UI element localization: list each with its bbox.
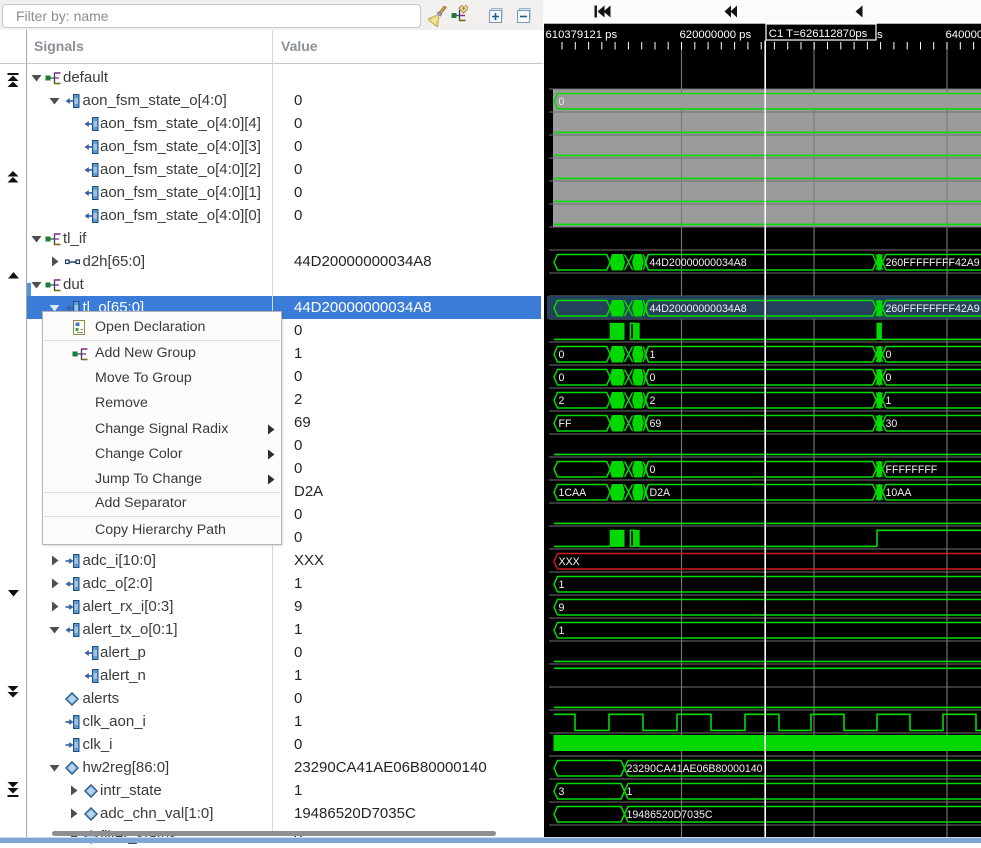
svg-text:2: 2 — [559, 395, 565, 407]
svg-text:19486520D7035C: 19486520D7035C — [627, 809, 713, 821]
svg-text:44D20000000034A8: 44D20000000034A8 — [650, 303, 747, 315]
svg-text:260FFFFFFFF42A9: 260FFFFFFFF42A9 — [886, 303, 980, 315]
svg-text:640000000 ps: 640000000 ps — [946, 29, 981, 41]
svg-text:23290CA41AE06B80000140: 23290CA41AE06B80000140 — [627, 763, 763, 775]
svg-text:0: 0 — [650, 464, 656, 476]
svg-text:FFFFFFFF: FFFFFFFF — [886, 464, 938, 476]
svg-text:10AA: 10AA — [886, 487, 913, 499]
svg-text:69: 69 — [650, 418, 662, 430]
svg-text:1: 1 — [650, 349, 656, 361]
svg-text:620000000 ps: 620000000 ps — [680, 29, 752, 41]
svg-text:FF: FF — [559, 418, 572, 430]
svg-text:2: 2 — [650, 395, 656, 407]
svg-text:D2A: D2A — [650, 487, 672, 499]
svg-text:1: 1 — [559, 625, 565, 637]
svg-text:0: 0 — [559, 96, 565, 108]
svg-text:3: 3 — [559, 786, 565, 798]
svg-text:0: 0 — [559, 349, 565, 361]
svg-text:44D20000000034A8: 44D20000000034A8 — [650, 257, 747, 269]
svg-text:1: 1 — [627, 786, 633, 798]
svg-text:1: 1 — [559, 579, 565, 591]
svg-text:XXX: XXX — [559, 556, 580, 568]
svg-text:30: 30 — [886, 418, 898, 430]
svg-text:610379121 ps: 610379121 ps — [546, 29, 618, 41]
svg-text:9: 9 — [559, 602, 565, 614]
svg-text:1CAA: 1CAA — [559, 487, 588, 499]
svg-text:1: 1 — [886, 395, 892, 407]
svg-text:0: 0 — [650, 372, 656, 384]
svg-text:260FFFFFFFF42A9: 260FFFFFFFF42A9 — [886, 257, 980, 269]
svg-text:0: 0 — [886, 372, 892, 384]
svg-text:0: 0 — [886, 349, 892, 361]
svg-text:0: 0 — [559, 372, 565, 384]
svg-text:C1 T=626112870ps: C1 T=626112870ps — [769, 28, 868, 40]
